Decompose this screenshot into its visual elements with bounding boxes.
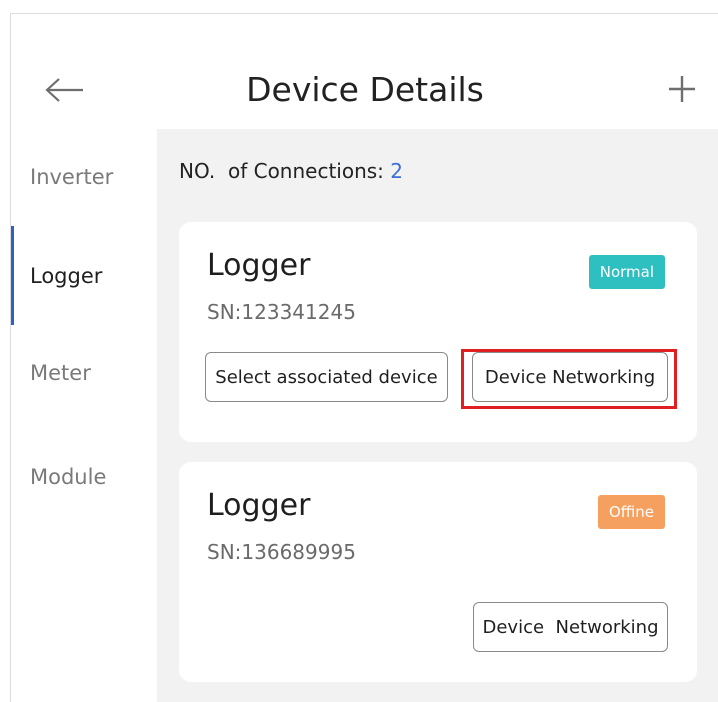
device-name: Logger: [207, 248, 311, 283]
device-serial-number: SN:136689995: [207, 540, 356, 564]
active-tab-indicator: [11, 226, 14, 326]
device-card: Logger SN:136689995 Offine Device Networ…: [179, 462, 697, 682]
device-list-panel: NO. of Connections: 2 Logger SN:12334124…: [157, 129, 718, 702]
device-name: Logger: [207, 488, 311, 523]
device-networking-button[interactable]: Device Networking: [473, 602, 668, 652]
status-badge: Normal: [588, 255, 665, 289]
status-badge: Offine: [597, 495, 665, 529]
device-networking-button[interactable]: Device Networking: [472, 352, 668, 402]
page-title: Device Details: [246, 70, 484, 109]
tab-module[interactable]: Module: [11, 419, 157, 535]
device-type-sidebar: Inverter Logger Meter Module: [11, 129, 157, 702]
plus-icon[interactable]: [667, 74, 697, 104]
device-card: Logger SN:123341245 Normal Select associ…: [179, 222, 697, 442]
connections-label: NO. of Connections:: [179, 159, 384, 183]
tab-logger[interactable]: Logger: [11, 228, 157, 323]
header: Device Details: [11, 14, 718, 129]
connections-count: 2: [390, 159, 404, 183]
select-associated-device-button[interactable]: Select associated device: [205, 352, 448, 402]
tab-inverter[interactable]: Inverter: [11, 129, 157, 224]
device-serial-number: SN:123341245: [207, 300, 356, 324]
app-frame: Device Details NO. of Connections: 2 Log…: [10, 13, 718, 702]
connections-summary: NO. of Connections: 2: [179, 159, 403, 183]
tab-meter[interactable]: Meter: [11, 325, 157, 420]
